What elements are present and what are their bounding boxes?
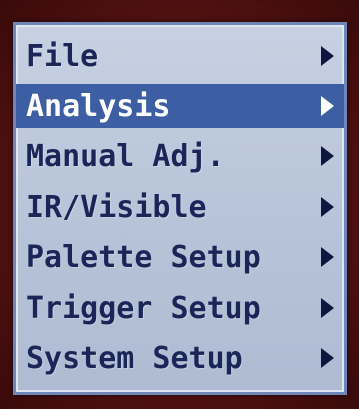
menu-item-file[interactable]: File — [16, 34, 344, 78]
menu-item-ir-visible[interactable]: IR/Visible — [16, 185, 344, 229]
chevron-right-icon — [321, 46, 334, 66]
menu-item-label: Trigger Setup — [26, 290, 261, 326]
menu-item-label: System Setup — [26, 340, 243, 376]
menu-item-label: Manual Adj. — [26, 138, 225, 174]
menu-item-manual-adj[interactable]: Manual Adj. — [16, 134, 344, 178]
menu-item-label: File — [26, 38, 99, 74]
menu-item-label: IR/Visible — [26, 189, 207, 225]
chevron-right-icon — [321, 146, 334, 166]
menu-item-palette-setup[interactable]: Palette Setup — [16, 235, 344, 279]
chevron-right-icon — [321, 348, 334, 368]
menu-item-label: Analysis — [26, 88, 171, 124]
chevron-right-icon — [321, 247, 334, 267]
main-menu: File Analysis Manual Adj. IR/Visible Pal… — [13, 22, 347, 395]
chevron-right-icon — [321, 96, 334, 116]
menu-item-analysis[interactable]: Analysis — [16, 84, 344, 128]
chevron-right-icon — [321, 298, 334, 318]
chevron-right-icon — [321, 197, 334, 217]
menu-item-system-setup[interactable]: System Setup — [16, 336, 344, 380]
menu-item-label: Palette Setup — [26, 239, 261, 275]
menu-item-trigger-setup[interactable]: Trigger Setup — [16, 286, 344, 330]
